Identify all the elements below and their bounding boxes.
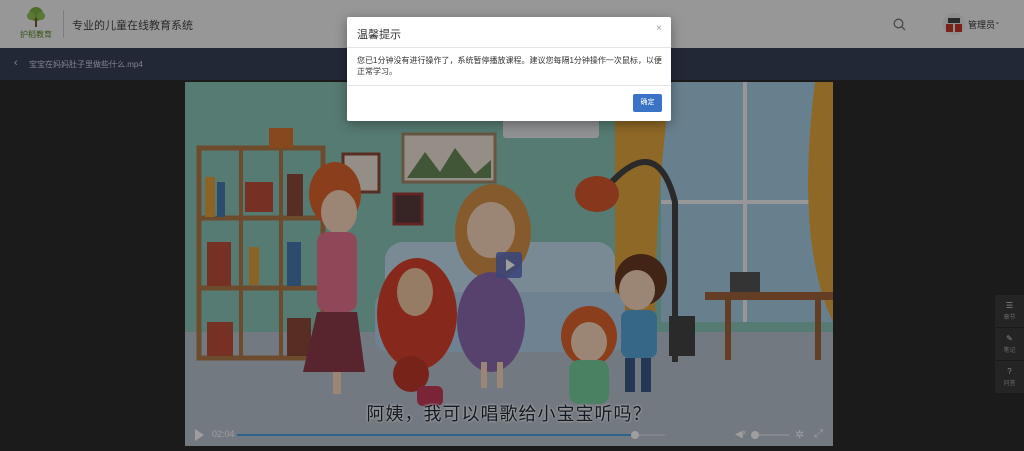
center-play-button[interactable]	[496, 252, 522, 278]
side-item-label: 笔记	[1003, 348, 1016, 354]
gear-icon[interactable]: ✲	[795, 428, 804, 441]
list-icon: ☰	[1005, 301, 1014, 310]
video-stage: 阿姨，我可以唱歌给小宝宝听吗？ 02:04 ◀ˣ ✲ ⤢ ☰ 章节 ✎ 笔记 ?	[0, 80, 1024, 451]
progress-fill	[237, 434, 636, 436]
fullscreen-icon[interactable]: ⤢	[814, 428, 823, 441]
question-icon: ?	[1007, 367, 1012, 376]
progress-bar[interactable]	[237, 431, 665, 439]
logo-text: 护稻教育	[20, 30, 52, 39]
avatar-image-icon	[943, 13, 965, 35]
current-time: 02:04	[212, 429, 235, 439]
search-icon[interactable]	[893, 18, 906, 31]
volume-knob[interactable]	[751, 431, 759, 439]
dialog-divider	[347, 47, 671, 48]
dialog-divider	[347, 85, 671, 86]
idle-warning-dialog: 温馨提示 × 您已1分钟没有进行操作了，系统暂停播放课程。建议您每隔1分钟操作一…	[347, 17, 671, 121]
site-logo[interactable]: 护稻教育	[16, 6, 56, 42]
video-subtitle: 阿姨，我可以唱歌给小宝宝听吗？	[366, 404, 652, 425]
header-divider	[63, 10, 64, 38]
site-title: 专业的儿童在线教育系统	[72, 20, 193, 32]
pencil-icon: ✎	[1006, 334, 1013, 343]
chevron-down-icon[interactable]: ⌄	[994, 17, 1001, 26]
side-item-chapters[interactable]: ☰ 章节	[995, 295, 1024, 328]
play-icon[interactable]	[195, 429, 204, 441]
side-item-label: 问答	[1003, 381, 1016, 387]
side-item-notes[interactable]: ✎ 笔记	[995, 328, 1024, 361]
user-name[interactable]: 管理员	[968, 18, 995, 31]
side-toolbar: ☰ 章节 ✎ 笔记 ? 问答	[995, 295, 1024, 394]
back-icon[interactable]: ‹	[14, 57, 18, 69]
tree-logo-icon	[27, 7, 45, 27]
avatar[interactable]	[943, 13, 965, 35]
player-controls: 02:04 ◀ˣ ✲ ⤢	[185, 424, 833, 446]
dialog-title: 温馨提示	[357, 29, 401, 41]
ok-button[interactable]: 确定	[633, 94, 662, 112]
dialog-message: 您已1分钟没有进行操作了，系统暂停播放课程。建议您每隔1分钟操作一次鼠标，以便正…	[357, 56, 662, 76]
side-item-label: 章节	[1003, 315, 1016, 321]
side-item-qa[interactable]: ? 问答	[995, 361, 1024, 394]
close-icon[interactable]: ×	[656, 23, 662, 34]
video-player[interactable]: 阿姨，我可以唱歌给小宝宝听吗？ 02:04 ◀ˣ ✲ ⤢	[185, 82, 833, 446]
progress-knob[interactable]	[631, 431, 640, 439]
volume-icon[interactable]: ◀ˣ	[735, 429, 746, 440]
video-title: 宝宝在妈妈肚子里做些什么.mp4	[29, 60, 143, 69]
